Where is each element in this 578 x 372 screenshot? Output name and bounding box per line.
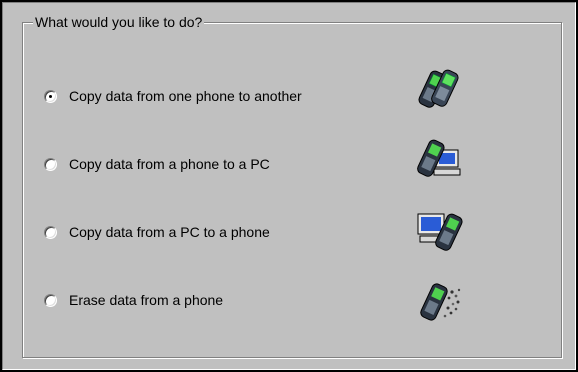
radio-pc-to-phone[interactable] <box>44 225 57 239</box>
groupbox-title: What would you like to do? <box>33 14 205 30</box>
pc-to-phone-icon <box>417 213 463 251</box>
option-label: Erase data from a phone <box>69 292 224 308</box>
radio-phone-to-phone[interactable] <box>44 89 57 103</box>
radio-selected-dot <box>49 94 52 98</box>
dialog-panel: What would you like to do? Copy data fro… <box>0 0 578 372</box>
radio-erase-phone[interactable] <box>44 293 57 307</box>
option-label: Copy data from a PC to a phone <box>69 224 270 240</box>
erase-phone-icon <box>420 283 461 321</box>
phone-to-pc-icon <box>417 139 461 177</box>
option-label: Copy data from a phone to a PC <box>69 156 270 172</box>
radio-phone-to-pc[interactable] <box>44 157 57 171</box>
phone-to-phone-icon <box>418 69 459 108</box>
option-label: Copy data from one phone to another <box>69 88 302 104</box>
